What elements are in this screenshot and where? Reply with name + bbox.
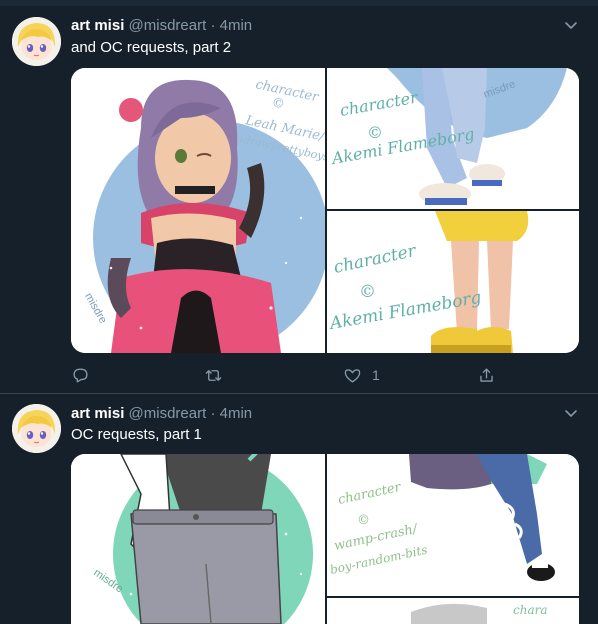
media-image-3[interactable]: character © Akemi Flameborg: [327, 211, 579, 353]
like-icon: [344, 368, 361, 383]
handle[interactable]: @misdreart: [129, 405, 207, 422]
retweet-icon: [205, 369, 222, 381]
timestamp[interactable]: 4min: [220, 405, 253, 422]
tweet-text: and OC requests, part 2: [71, 39, 232, 56]
avatar[interactable]: [12, 404, 61, 453]
like-button[interactable]: 1: [343, 364, 380, 386]
reply-icon: [73, 367, 88, 383]
share-button[interactable]: [477, 364, 496, 386]
retweet-button[interactable]: [204, 364, 223, 386]
credit-line: ©: [367, 123, 383, 142]
tweet-actions: 1: [71, 364, 501, 386]
media-image-3[interactable]: chara: [327, 598, 579, 624]
separator: ·: [210, 405, 216, 422]
chevron-down-icon[interactable]: [563, 405, 579, 421]
tweet-1[interactable]: art misi @misdreart · 4min and OC reques…: [0, 0, 598, 394]
credit-line: ©: [357, 513, 370, 528]
timestamp[interactable]: 4min: [220, 17, 253, 34]
display-name[interactable]: art misi: [71, 405, 124, 422]
tweet-header: art misi @misdreart · 4min: [71, 405, 252, 423]
handle[interactable]: @misdreart: [129, 17, 207, 34]
credit-line: ©: [359, 282, 376, 302]
media-image-2[interactable]: misdre character © Akemi Flameborg: [327, 68, 579, 209]
tweet-header: art misi @misdreart · 4min: [71, 17, 252, 35]
reply-button[interactable]: [71, 364, 90, 386]
avatar[interactable]: [12, 17, 61, 66]
separator: ·: [210, 17, 216, 34]
like-count: 1: [372, 367, 380, 383]
media-grid: misdre character © Leah Marie/ idrawpret…: [71, 68, 579, 353]
media-image-1[interactable]: misdre character © Leah Marie/ idrawpret…: [71, 68, 325, 353]
display-name[interactable]: art misi: [71, 17, 124, 34]
media-grid: misdre character © wamp-crash/ boy-rando…: [71, 454, 579, 624]
chevron-down-icon[interactable]: [563, 17, 579, 33]
share-icon: [480, 367, 493, 382]
tweet-text: OC requests, part 1: [71, 426, 202, 443]
media-image-1[interactable]: misdre: [71, 454, 325, 624]
credit-line: chara: [513, 603, 548, 617]
media-image-2[interactable]: character © wamp-crash/ boy-random-bits: [327, 454, 579, 596]
tweet-2[interactable]: art misi @misdreart · 4min OC requests, …: [0, 394, 598, 624]
